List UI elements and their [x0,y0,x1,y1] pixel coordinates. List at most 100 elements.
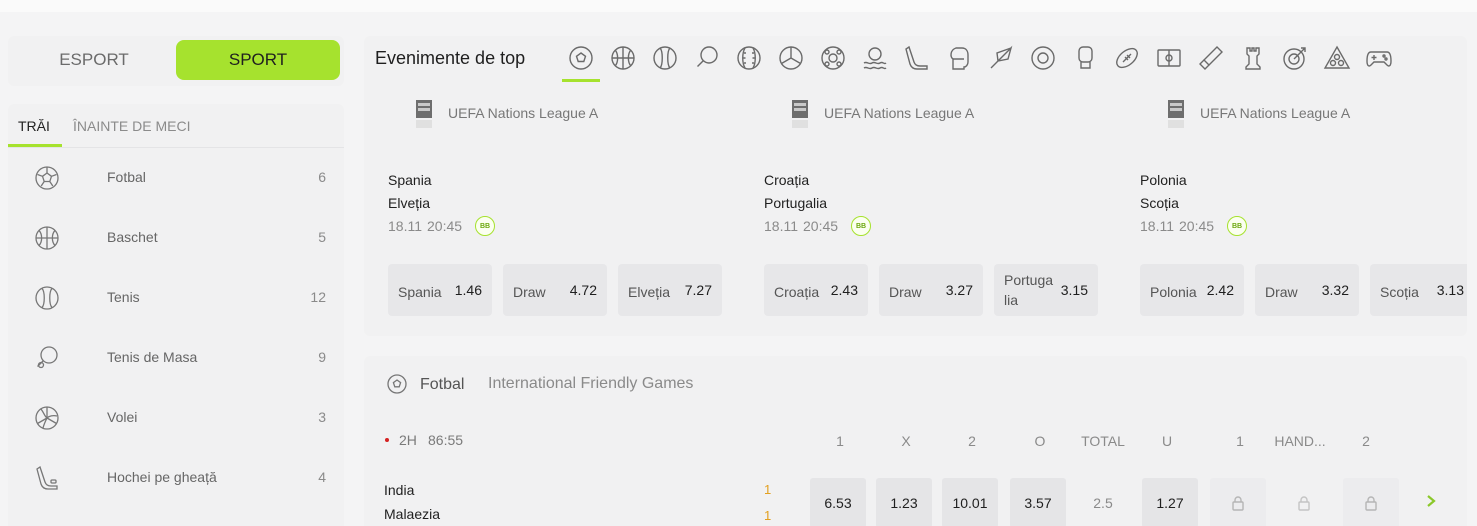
water-polo-icon[interactable] [861,44,889,72]
top-events-panel: Evenimente de top UEFA Nations League A … [364,36,1467,336]
active-sport-indicator [562,79,600,82]
ice-hockey-icon [36,465,58,490]
col-header-under: U [1161,433,1173,449]
sidebar-item-hochei[interactable]: Hochei pe gheață 4 [8,448,344,508]
sidebar-item-tenis[interactable]: Tenis 12 [8,268,344,328]
odd-button[interactable]: Polonia 2.42 [1140,264,1244,316]
snooker-icon[interactable] [1029,44,1057,72]
basketball-icon [35,226,59,250]
event-away-team[interactable]: Scoția [1140,195,1179,211]
odd-outcome: Elveția [628,284,671,300]
basketball-icon[interactable] [609,44,637,72]
mma-glove-icon[interactable] [1071,44,1099,72]
odd-value: 3.32 [1321,282,1349,298]
col-header-1: 1 [836,433,844,449]
odd-button[interactable]: Croația 2.43 [764,264,868,316]
badminton-icon[interactable] [987,44,1015,72]
top-event-card: UEFA Nations League A Croația Portugalia… [740,96,1116,326]
nations-league-logo [792,100,808,128]
event-home-team[interactable]: Spania [388,172,432,188]
billiards-icon[interactable] [1323,44,1351,72]
odd-outcome: Portugalia [1004,272,1054,308]
odd-button[interactable]: Scoția 3.13 [1370,264,1467,316]
sidebar-item-fotbal[interactable]: Fotbal 6 [8,148,344,208]
baseball-icon[interactable] [735,44,763,72]
chevron-right-icon[interactable] [1424,493,1438,509]
odd-outcome: Polonia [1150,284,1197,300]
ice-hockey-icon[interactable] [903,44,931,72]
odd-outcome: Spania [398,284,442,300]
odd-button[interactable]: Spania 1.46 [388,264,492,316]
event-league: UEFA Nations League A [448,105,599,121]
table-tennis-icon[interactable] [693,44,721,72]
handicap-2-locked [1343,478,1399,526]
event-date: 18.11 [388,218,422,234]
soccer-ball-icon[interactable] [567,44,595,72]
odd-1-button[interactable]: 6.53 [810,478,866,526]
lock-icon [1365,496,1377,511]
american-football-icon[interactable] [1113,44,1141,72]
event-time: 20:45 [1179,218,1215,234]
col-header-total: TOTAL [1081,433,1125,449]
top-events-title: Evenimente de top [375,48,526,68]
sidebar-item-label: Tenis de Masa [107,349,198,365]
boxing-glove-icon[interactable] [945,44,973,72]
darts-icon[interactable] [1281,44,1309,72]
odd-button[interactable]: Draw 4.72 [503,264,607,316]
odd-value: 3.27 [945,282,973,298]
volleyball-icon[interactable] [777,44,805,72]
odd-2-button[interactable]: 10.01 [942,478,998,526]
chess-rook-icon[interactable] [1239,44,1267,72]
odd-under-button[interactable]: 1.27 [1142,478,1198,526]
odd-outcome: Croația [774,284,820,300]
esports-gamepad-icon[interactable] [1365,44,1393,72]
sidebar-item-count: 9 [318,349,326,365]
esport-button[interactable]: ESPORT [12,40,176,80]
lock-icon [1298,496,1310,511]
sidebar-item-label: Tenis [107,289,140,305]
cricket-icon[interactable] [1197,44,1225,72]
top-event-card: UEFA Nations League A Polonia Scoția 18.… [1116,96,1467,326]
soccer-ball-icon [387,374,407,394]
sidebar-item-baschet[interactable]: Baschet 5 [8,208,344,268]
col-header-over: O [1034,433,1046,449]
odd-value: 2.43 [830,282,858,298]
col-header-handicap-2: 2 [1362,433,1370,449]
odd-outcome: Draw [1265,284,1298,300]
odd-button[interactable]: Portugalia 3.15 [994,264,1098,316]
sidebar-item-count: 5 [318,229,326,245]
odd-button[interactable]: Draw 3.27 [879,264,983,316]
futsal-icon[interactable] [819,44,847,72]
sidebar-item-count: 6 [318,169,326,185]
odd-over-button[interactable]: 3.57 [1010,478,1066,526]
event-away-team[interactable]: Portugalia [764,195,827,211]
event-away-team[interactable]: Elveția [388,195,430,211]
tab-live[interactable]: TRĂI [18,118,50,134]
event-home-team[interactable]: Croația [764,172,809,188]
odd-button[interactable]: Elveția 7.27 [618,264,722,316]
match-home-team[interactable]: India [384,482,414,498]
event-home-team[interactable]: Polonia [1140,172,1187,188]
event-time: 20:45 [803,218,839,234]
match-away-team[interactable]: Malaezia [384,506,440,522]
list-sport-name[interactable]: Fotbal [420,376,464,394]
nations-league-logo [416,100,432,128]
event-time: 20:45 [427,218,463,234]
sidebar-item-count: 4 [318,469,326,485]
tab-prematch[interactable]: ÎNAINTE DE MECI [73,118,190,134]
sidebar-item-tenis-de-masa[interactable]: Tenis de Masa 9 [8,328,344,388]
odd-x-button[interactable]: 1.23 [876,478,932,526]
match-clock: 86:55 [428,432,464,448]
list-competition[interactable]: International Friendly Games [488,375,693,393]
table-tennis-icon [37,346,58,369]
event-league: UEFA Nations League A [1200,105,1351,121]
floorball-icon[interactable] [1155,44,1183,72]
odd-value: 4.72 [569,282,597,298]
sidebar-item-count: 12 [310,289,326,305]
tennis-ball-icon[interactable] [651,44,679,72]
odd-outcome: Scoția [1380,284,1419,300]
away-score: 1 [764,508,772,523]
odd-button[interactable]: Draw 3.32 [1255,264,1359,316]
sidebar-item-volei[interactable]: Volei 3 [8,388,344,448]
sport-button[interactable]: SPORT [176,40,340,80]
